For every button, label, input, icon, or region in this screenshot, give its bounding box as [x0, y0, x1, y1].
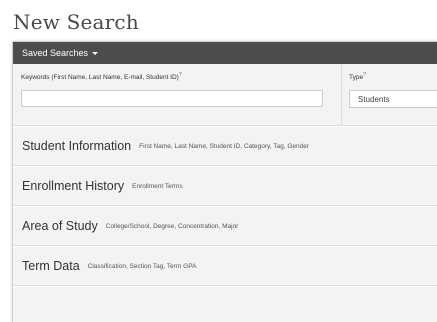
section-term-data[interactable]: Term Data Classification, Section Tag, T…	[13, 246, 437, 286]
page: New Search Saved Searches Keywords (Firs…	[0, 0, 437, 322]
type-label: Type?	[349, 72, 366, 81]
section-title: Student Information	[22, 139, 132, 153]
type-help-icon[interactable]: ?	[363, 72, 366, 78]
section-title: Enrollment History	[22, 179, 125, 193]
section-area-of-study[interactable]: Area of Study College/School, Degree, Co…	[13, 206, 437, 246]
type-select[interactable]: Students	[349, 90, 437, 108]
section-title: Term Data	[22, 259, 80, 273]
keywords-help-icon[interactable]: ?	[179, 72, 182, 78]
section-student-information[interactable]: Student Information First Name, Last Nam…	[13, 126, 437, 166]
keywords-label-text: Keywords (First Name, Last Name, E-mail,…	[21, 74, 179, 82]
search-fields: Keywords (First Name, Last Name, E-mail,…	[13, 64, 437, 126]
type-selected-value: Students	[358, 94, 390, 104]
section-description: College/School, Degree, Concentration, M…	[105, 222, 239, 230]
section-description: First Name, Last Name, Student ID, Categ…	[139, 142, 310, 150]
section-enrollment-history[interactable]: Enrollment History Enrollment Terms	[13, 166, 437, 206]
page-title: New Search	[13, 10, 139, 34]
saved-searches-label: Saved Searches	[22, 48, 89, 58]
keywords-label: Keywords (First Name, Last Name, E-mail,…	[21, 72, 182, 81]
caret-down-icon	[92, 51, 99, 55]
keywords-input[interactable]	[21, 90, 323, 107]
toolbar: Saved Searches	[13, 42, 437, 64]
column-divider	[341, 64, 342, 125]
section-description: Enrollment Terms	[132, 182, 183, 190]
search-panel: Saved Searches Keywords (First Name, Las…	[12, 41, 437, 322]
section-title: Area of Study	[22, 219, 98, 233]
type-label-text: Type	[349, 74, 364, 82]
saved-searches-dropdown[interactable]: Saved Searches	[22, 48, 99, 58]
section-cut-off[interactable]	[13, 286, 437, 322]
section-description: Classification, Section Tag, Term GPA	[87, 262, 197, 270]
